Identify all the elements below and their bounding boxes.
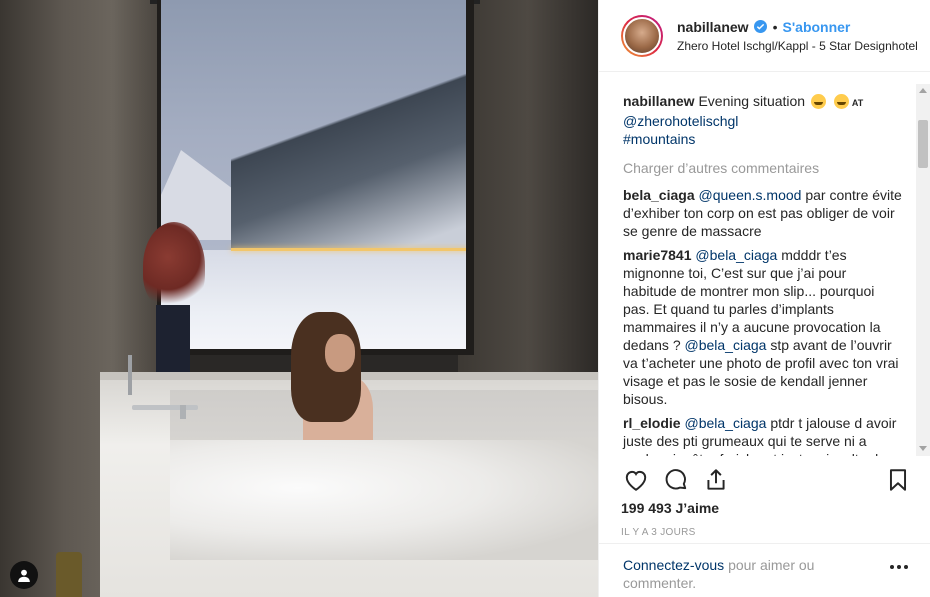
comment-username[interactable]: rl_elodie	[623, 415, 681, 431]
comment-item: rl_elodie @bela_ciaga ptdr t jalouse d a…	[623, 414, 903, 456]
mountain-window	[157, 0, 474, 355]
heart-icon	[625, 470, 647, 491]
person-face	[325, 334, 355, 372]
comment-username[interactable]: marie7841	[623, 247, 692, 263]
caption-hashtag[interactable]: #mountains	[623, 131, 695, 147]
grinning-face-emoji-icon	[833, 94, 849, 109]
road-lights	[231, 248, 466, 251]
comment-mention[interactable]: @bela_ciaga	[695, 247, 777, 263]
dried-flowers	[143, 222, 205, 310]
comment-item: bela_ciaga @queen.s.mood par contre évit…	[623, 186, 903, 240]
scroll-up-arrow-icon[interactable]	[919, 88, 927, 93]
snowy-forest	[231, 40, 466, 270]
follow-button[interactable]: S'abonner	[782, 19, 850, 35]
separator: •	[772, 18, 778, 35]
avatar-image	[623, 16, 661, 55]
likes-count[interactable]: 199 493 J’aime	[621, 500, 719, 516]
comment-mention[interactable]: @queen.s.mood	[699, 187, 802, 203]
post-sidebar: nabillanew • S'abonner Zhero Hotel Ischg…	[598, 0, 930, 597]
faucet-pipe	[132, 405, 198, 410]
bath-foam	[170, 440, 598, 560]
perfume-bottle	[56, 552, 82, 597]
comment-username[interactable]: bela_ciaga	[623, 187, 695, 203]
verified-badge-icon	[753, 20, 767, 33]
caption-username[interactable]: nabillanew	[623, 93, 695, 109]
load-more-comments-button[interactable]: Charger d’autres commentaires	[623, 160, 903, 176]
comment-icon	[665, 469, 687, 490]
caption: nabillanew Evening situation AT @zheroho…	[623, 92, 903, 148]
comment-item: marie7841 @bela_ciaga mdddr t’es mignonn…	[623, 246, 903, 408]
header-top-row: nabillanew • S'abonner	[677, 19, 914, 35]
comment-button[interactable]	[661, 465, 691, 495]
bookmark-icon	[889, 469, 907, 491]
comment-mention-2[interactable]: @bela_ciaga	[685, 337, 767, 353]
more-options-icon[interactable]	[890, 565, 908, 571]
avatar[interactable]	[621, 14, 663, 57]
header-text: nabillanew • S'abonner Zhero Hotel Ischg…	[677, 19, 918, 53]
action-bar	[621, 464, 913, 496]
vase	[156, 305, 190, 375]
post-header: nabillanew • S'abonner Zhero Hotel Ischg…	[599, 0, 930, 72]
caption-mention[interactable]: @zherohotelischgl	[623, 113, 738, 129]
location-link[interactable]: Zhero Hotel Ischgl/Kappl - 5 Star Design…	[677, 39, 925, 53]
faucet-spout	[180, 405, 186, 419]
tagged-users-button[interactable]	[10, 561, 38, 589]
country-flag-label: AT	[851, 98, 864, 108]
comments-list[interactable]: nabillanew Evening situation AT @zheroho…	[599, 84, 930, 456]
user-icon	[18, 569, 30, 582]
scroll-down-arrow-icon[interactable]	[919, 446, 927, 451]
comment-mention[interactable]: @bela_ciaga	[684, 415, 766, 431]
share-button[interactable]	[701, 465, 731, 495]
share-icon	[707, 469, 725, 490]
login-link[interactable]: Connectez-vous	[623, 557, 724, 573]
post-timestamp[interactable]: IL Y A 3 JOURS	[621, 527, 696, 538]
post-photo[interactable]	[0, 0, 598, 597]
login-prompt: Connectez-vous pour aimer ou commenter.	[599, 543, 930, 597]
username-link[interactable]: nabillanew	[677, 19, 749, 35]
save-button[interactable]	[883, 465, 913, 495]
faucet	[132, 375, 198, 419]
comments-scrollbar-thumb[interactable]	[918, 120, 928, 168]
winking-face-emoji-icon	[811, 94, 826, 109]
caption-text: Evening situation	[698, 93, 806, 109]
like-button[interactable]	[621, 465, 651, 495]
